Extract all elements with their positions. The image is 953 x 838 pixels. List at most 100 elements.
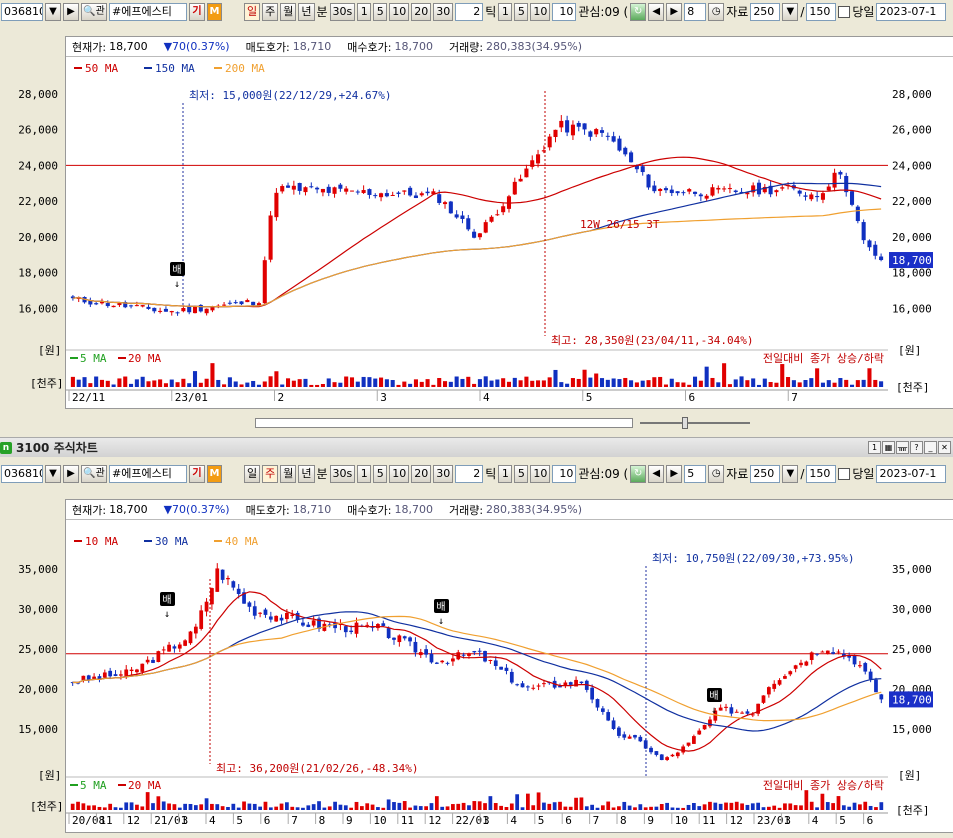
tick-count-input[interactable]: 10 bbox=[552, 464, 577, 483]
chevron-down-icon[interactable]: ▼ bbox=[782, 2, 799, 21]
interval-30-button[interactable]: 30 bbox=[433, 2, 454, 21]
period-day-button[interactable]: 일 bbox=[244, 2, 261, 21]
clock-icon[interactable]: ◷ bbox=[708, 464, 725, 483]
period-week-button[interactable]: 주 bbox=[262, 2, 279, 21]
interval-30s-button[interactable]: 30s bbox=[329, 464, 356, 483]
today-checkbox[interactable] bbox=[838, 5, 851, 18]
window-help-icon[interactable]: ? bbox=[910, 441, 923, 454]
candle-body bbox=[245, 300, 250, 303]
daily-price-chart[interactable]: 28,000 28,000 26,000 26,000 24,000 24,000 22,0… bbox=[0, 56, 953, 408]
tick-1-button[interactable]: 1 bbox=[498, 464, 513, 483]
interval-1-button[interactable]: 1 bbox=[357, 2, 372, 21]
volume-bar bbox=[333, 801, 337, 810]
y-unit-left: [원] bbox=[38, 344, 61, 357]
low-annotation: 최저: 15,000원(22/12/29,+24.67%) bbox=[189, 89, 392, 102]
x-tick-label: 5 bbox=[586, 391, 593, 404]
volume-bar bbox=[791, 380, 796, 387]
tick-input[interactable]: 2 bbox=[455, 2, 484, 21]
interval-5-button[interactable]: 5 bbox=[373, 2, 388, 21]
clock-icon[interactable]: ◷ bbox=[708, 2, 725, 21]
refresh-icon[interactable]: ↻ bbox=[630, 464, 647, 483]
bid-value: 18,700 bbox=[394, 503, 433, 516]
refresh-icon[interactable]: ↻ bbox=[630, 2, 647, 21]
volume-bar bbox=[392, 802, 396, 810]
badge-gi[interactable]: 기 bbox=[189, 464, 205, 483]
volume-bar bbox=[681, 807, 686, 810]
period-month-button[interactable]: 월 bbox=[280, 464, 297, 483]
window-link-icon[interactable]: 1 bbox=[868, 441, 881, 454]
count-input[interactable]: 8 bbox=[684, 2, 707, 21]
candle-body bbox=[111, 305, 116, 308]
date-input[interactable]: 2023-07-1 bbox=[876, 464, 947, 483]
next-icon[interactable]: ▶ bbox=[666, 464, 683, 483]
volume-bar bbox=[222, 384, 227, 387]
period-year-button[interactable]: 년 bbox=[298, 464, 315, 483]
tick-input[interactable]: 2 bbox=[455, 464, 484, 483]
data-total-input[interactable]: 150 bbox=[806, 464, 837, 483]
candle-body bbox=[390, 194, 395, 196]
today-checkbox[interactable] bbox=[838, 467, 851, 480]
badge-m-button[interactable]: M bbox=[207, 464, 222, 483]
period-month-button[interactable]: 월 bbox=[280, 2, 297, 21]
next-arrow-icon[interactable]: ▶ bbox=[63, 2, 79, 21]
period-day-button[interactable]: 일 bbox=[244, 464, 261, 483]
date-input[interactable]: 2023-07-1 bbox=[876, 2, 947, 21]
horizontal-scrollbar[interactable] bbox=[255, 418, 633, 428]
window-pin-icon[interactable]: ᚄ bbox=[896, 441, 909, 454]
window-close-icon[interactable]: ✕ bbox=[938, 441, 951, 454]
tick-count-input[interactable]: 10 bbox=[552, 2, 577, 21]
interval-10-button[interactable]: 10 bbox=[389, 464, 410, 483]
volume-bar bbox=[803, 380, 808, 387]
info-bar: 현재가: 18,700 ▼ 70(0.37%) 매도호가: 18,710 매수호… bbox=[66, 37, 953, 57]
volume-legend-label: 5 MA bbox=[80, 779, 107, 792]
badge-gi[interactable]: 기 bbox=[189, 2, 205, 21]
window-copy-icon[interactable]: ▦ bbox=[882, 441, 895, 454]
tick-10-button[interactable]: 10 bbox=[530, 2, 551, 21]
window-minimize-icon[interactable]: _ bbox=[924, 441, 937, 454]
stock-name-field-2[interactable]: #에프에스티 bbox=[109, 464, 187, 483]
interval-30s-button[interactable]: 30s bbox=[329, 2, 356, 21]
count-input[interactable]: 5 bbox=[684, 464, 707, 483]
candle-body bbox=[472, 651, 477, 653]
interval-10-button[interactable]: 10 bbox=[389, 2, 410, 21]
dropdown-arrow-icon[interactable]: ▼ bbox=[45, 464, 61, 483]
data-count-select[interactable]: 250 bbox=[750, 464, 781, 483]
data-total-input[interactable]: 150 bbox=[806, 2, 837, 21]
prev-icon[interactable]: ◀ bbox=[648, 464, 665, 483]
interval-30-button[interactable]: 30 bbox=[433, 464, 454, 483]
tick-5-button[interactable]: 5 bbox=[514, 464, 529, 483]
zoom-slider-handle[interactable] bbox=[682, 417, 688, 429]
volume-bar bbox=[622, 801, 627, 810]
interval-20-button[interactable]: 20 bbox=[411, 2, 432, 21]
prev-icon[interactable]: ◀ bbox=[648, 2, 665, 21]
period-week-button[interactable]: 주 bbox=[262, 464, 279, 483]
next-arrow-icon[interactable]: ▶ bbox=[63, 464, 79, 483]
data-count-select[interactable]: 250 bbox=[750, 2, 781, 21]
stock-name-field[interactable]: #에프에스티 bbox=[109, 2, 187, 21]
volume-bar bbox=[606, 801, 611, 810]
candle-body bbox=[831, 652, 835, 654]
stock-code-input-2[interactable]: 036810 bbox=[1, 464, 43, 483]
tick-1-button[interactable]: 1 bbox=[498, 2, 513, 21]
interval-5-button[interactable]: 5 bbox=[373, 464, 388, 483]
search-icon[interactable]: 🔍관 bbox=[81, 464, 107, 483]
period-minute-label[interactable]: 분 bbox=[317, 465, 328, 483]
weekly-price-chart[interactable]: 35,000 35,000 30,000 30,000 25,000 25,000 20,0… bbox=[0, 519, 953, 835]
period-year-button[interactable]: 년 bbox=[298, 2, 315, 21]
interval-20-button[interactable]: 20 bbox=[411, 464, 432, 483]
tick-5-button[interactable]: 5 bbox=[514, 2, 529, 21]
period-minute-label[interactable]: 분 bbox=[317, 3, 328, 21]
volume-bar bbox=[129, 383, 134, 387]
chevron-down-icon[interactable]: ▼ bbox=[782, 464, 799, 483]
next-icon[interactable]: ▶ bbox=[666, 2, 683, 21]
volume-bar bbox=[780, 364, 785, 387]
badge-m-button[interactable]: M bbox=[207, 2, 222, 21]
search-icon[interactable]: 🔍관 bbox=[81, 2, 107, 21]
stock-code-input[interactable]: 036810 bbox=[1, 2, 43, 21]
tick-10-button[interactable]: 10 bbox=[530, 464, 551, 483]
interval-1-button[interactable]: 1 bbox=[357, 464, 372, 483]
zoom-slider[interactable] bbox=[640, 422, 750, 424]
candle-body bbox=[702, 724, 707, 730]
dropdown-arrow-icon[interactable]: ▼ bbox=[45, 2, 61, 21]
volume-bar bbox=[687, 384, 692, 387]
